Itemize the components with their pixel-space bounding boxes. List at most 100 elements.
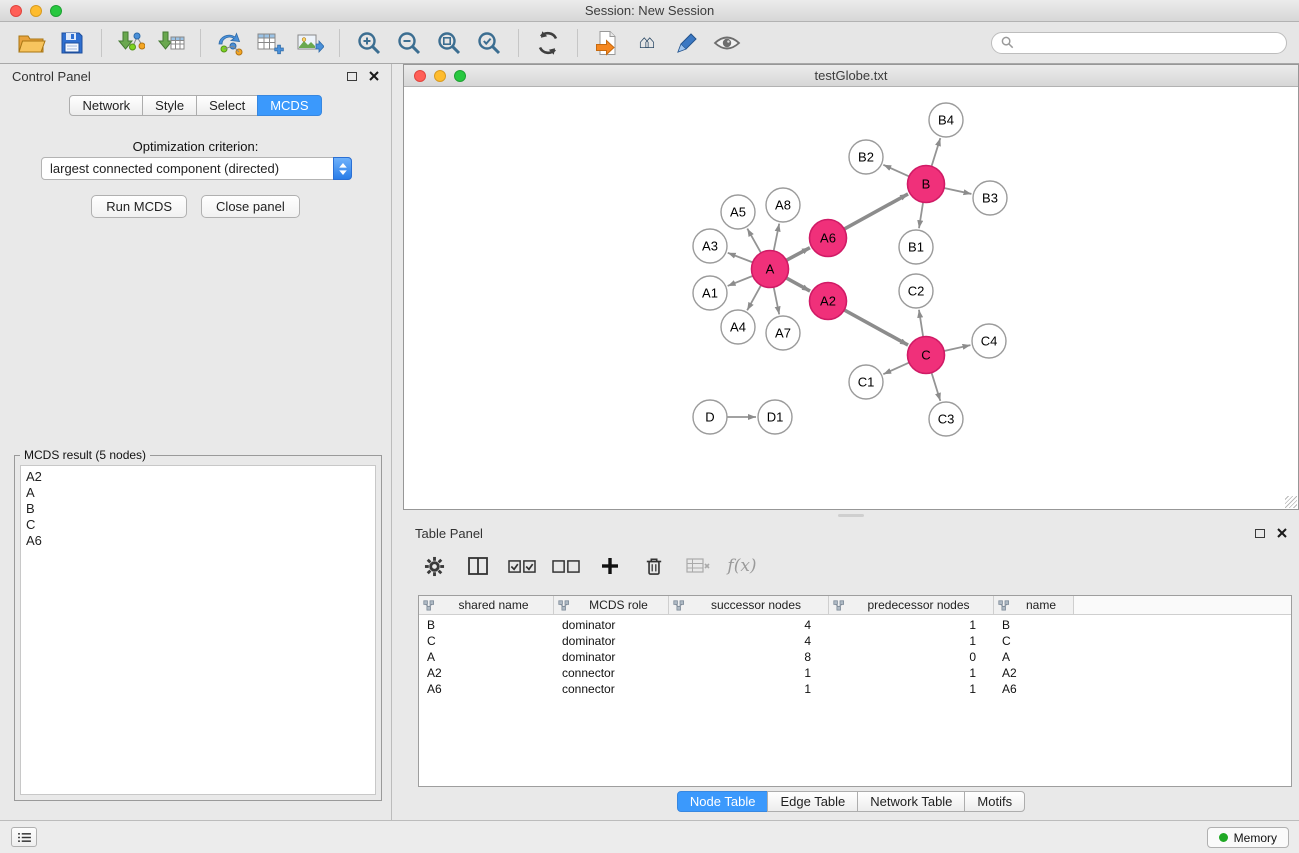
home-button[interactable]: ⌂⌂ [629, 26, 665, 60]
show-graphics-button[interactable] [709, 26, 745, 60]
network-canvas[interactable]: B4B2BB3B1A5A8A6A3AA1A2C2A4A7CC4C1C3DD1 [404, 87, 1298, 509]
result-item[interactable]: A6 [26, 533, 370, 549]
column-header[interactable]: successor nodes [669, 596, 829, 614]
tab-edge-table[interactable]: Edge Table [767, 791, 858, 812]
search-input[interactable] [1019, 36, 1277, 50]
zoom-in-button[interactable] [351, 26, 387, 60]
show-columns-button[interactable] [463, 552, 493, 580]
first-neighbors-button[interactable] [589, 26, 625, 60]
table-row[interactable]: Adominator80A [419, 649, 1291, 665]
import-network-button[interactable] [113, 26, 149, 60]
delete-column-button[interactable] [639, 552, 669, 580]
open-session-button[interactable] [14, 26, 50, 60]
table-cell[interactable]: connector [554, 682, 669, 696]
graph-edge[interactable] [883, 363, 909, 375]
table-row[interactable]: Bdominator41B [419, 617, 1291, 633]
graph-edge[interactable] [844, 194, 908, 229]
table-cell[interactable]: 1 [829, 682, 994, 696]
graph-edge[interactable] [944, 188, 971, 194]
horizontal-splitter[interactable] [403, 510, 1299, 521]
graph-edge[interactable] [747, 229, 761, 253]
select-all-button[interactable] [507, 552, 537, 580]
table-row[interactable]: Cdominator41C [419, 633, 1291, 649]
graph-edge[interactable] [932, 373, 941, 401]
table-cell[interactable]: 1 [669, 666, 829, 680]
function-builder-button[interactable]: f(x) [727, 552, 757, 580]
result-item[interactable]: B [26, 501, 370, 517]
network-canvas-area[interactable]: B4B2BB3B1A5A8A6A3AA1A2C2A4A7CC4C1C3DD1 [404, 87, 1298, 509]
close-table-panel-icon[interactable] [1277, 528, 1287, 538]
tab-select[interactable]: Select [196, 95, 258, 116]
graph-edge[interactable] [944, 345, 970, 351]
optimization-criterion-dropdown[interactable]: largest connected component (directed) [41, 157, 352, 180]
table-cell[interactable]: 0 [829, 650, 994, 664]
table-cell[interactable]: 1 [829, 634, 994, 648]
window-titlebar[interactable]: Session: New Session [0, 0, 1299, 22]
table-cell[interactable]: B [419, 618, 554, 632]
task-history-button[interactable] [11, 827, 37, 847]
memory-button[interactable]: Memory [1207, 827, 1289, 848]
graph-edge[interactable] [728, 253, 753, 263]
float-table-panel-icon[interactable] [1255, 529, 1265, 538]
table-cell[interactable]: dominator [554, 650, 669, 664]
table-cell[interactable]: A [419, 650, 554, 664]
table-cell[interactable]: 1 [669, 682, 829, 696]
tab-network[interactable]: Network [69, 95, 143, 116]
column-header[interactable]: shared name [419, 596, 554, 614]
column-header[interactable]: name [994, 596, 1074, 614]
tab-mcds[interactable]: MCDS [257, 95, 321, 116]
graph-edge[interactable] [786, 248, 810, 261]
table-cell[interactable]: A [994, 650, 1074, 664]
delete-table-button[interactable] [683, 552, 713, 580]
table-cell[interactable]: A6 [419, 682, 554, 696]
table-cell[interactable]: dominator [554, 618, 669, 632]
minimize-window-button[interactable] [30, 5, 42, 17]
table-row[interactable]: A2connector11A2 [419, 665, 1291, 681]
table-cell[interactable]: A2 [994, 666, 1074, 680]
graph-edge[interactable] [919, 202, 923, 228]
zoom-out-button[interactable] [391, 26, 427, 60]
graph-edge[interactable] [747, 285, 761, 310]
table-settings-button[interactable] [419, 552, 449, 580]
graph-edge[interactable] [786, 278, 810, 291]
table-cell[interactable]: 1 [829, 666, 994, 680]
mcds-result-list[interactable]: A2ABCA6 [20, 465, 376, 795]
table-cell[interactable]: dominator [554, 634, 669, 648]
graph-edge[interactable] [728, 276, 753, 286]
graph-edge[interactable] [883, 165, 909, 177]
zoom-window-button[interactable] [50, 5, 62, 17]
table-cell[interactable]: C [419, 634, 554, 648]
close-network-window-button[interactable] [414, 70, 426, 82]
graph-edge[interactable] [919, 310, 923, 337]
graph-edge[interactable] [844, 310, 908, 345]
graph-edge[interactable] [932, 138, 941, 166]
table-cell[interactable]: 4 [669, 634, 829, 648]
new-table-button[interactable] [252, 26, 288, 60]
table-cell[interactable]: C [994, 634, 1074, 648]
import-table-button[interactable] [153, 26, 189, 60]
tab-style[interactable]: Style [142, 95, 197, 116]
run-mcds-button[interactable]: Run MCDS [91, 195, 187, 218]
deselect-all-button[interactable] [551, 552, 581, 580]
result-item[interactable]: C [26, 517, 370, 533]
tab-node-table[interactable]: Node Table [677, 791, 769, 812]
table-cell[interactable]: B [994, 618, 1074, 632]
window-resize-handle[interactable] [1285, 496, 1297, 508]
apply-style-button[interactable] [669, 26, 705, 60]
refresh-button[interactable] [530, 26, 566, 60]
minimize-network-window-button[interactable] [434, 70, 446, 82]
table-cell[interactable]: A6 [994, 682, 1074, 696]
table-cell[interactable]: 1 [829, 618, 994, 632]
table-cell[interactable]: 4 [669, 618, 829, 632]
table-cell[interactable]: A2 [419, 666, 554, 680]
table-cell[interactable]: 8 [669, 650, 829, 664]
graph-edge[interactable] [774, 287, 780, 314]
result-item[interactable]: A [26, 485, 370, 501]
graph-edge[interactable] [774, 224, 780, 251]
float-panel-icon[interactable] [347, 72, 357, 81]
search-box[interactable] [991, 32, 1287, 54]
column-header[interactable]: MCDS role [554, 596, 669, 614]
new-network-button[interactable] [212, 26, 248, 60]
save-session-button[interactable] [54, 26, 90, 60]
zoom-network-window-button[interactable] [454, 70, 466, 82]
